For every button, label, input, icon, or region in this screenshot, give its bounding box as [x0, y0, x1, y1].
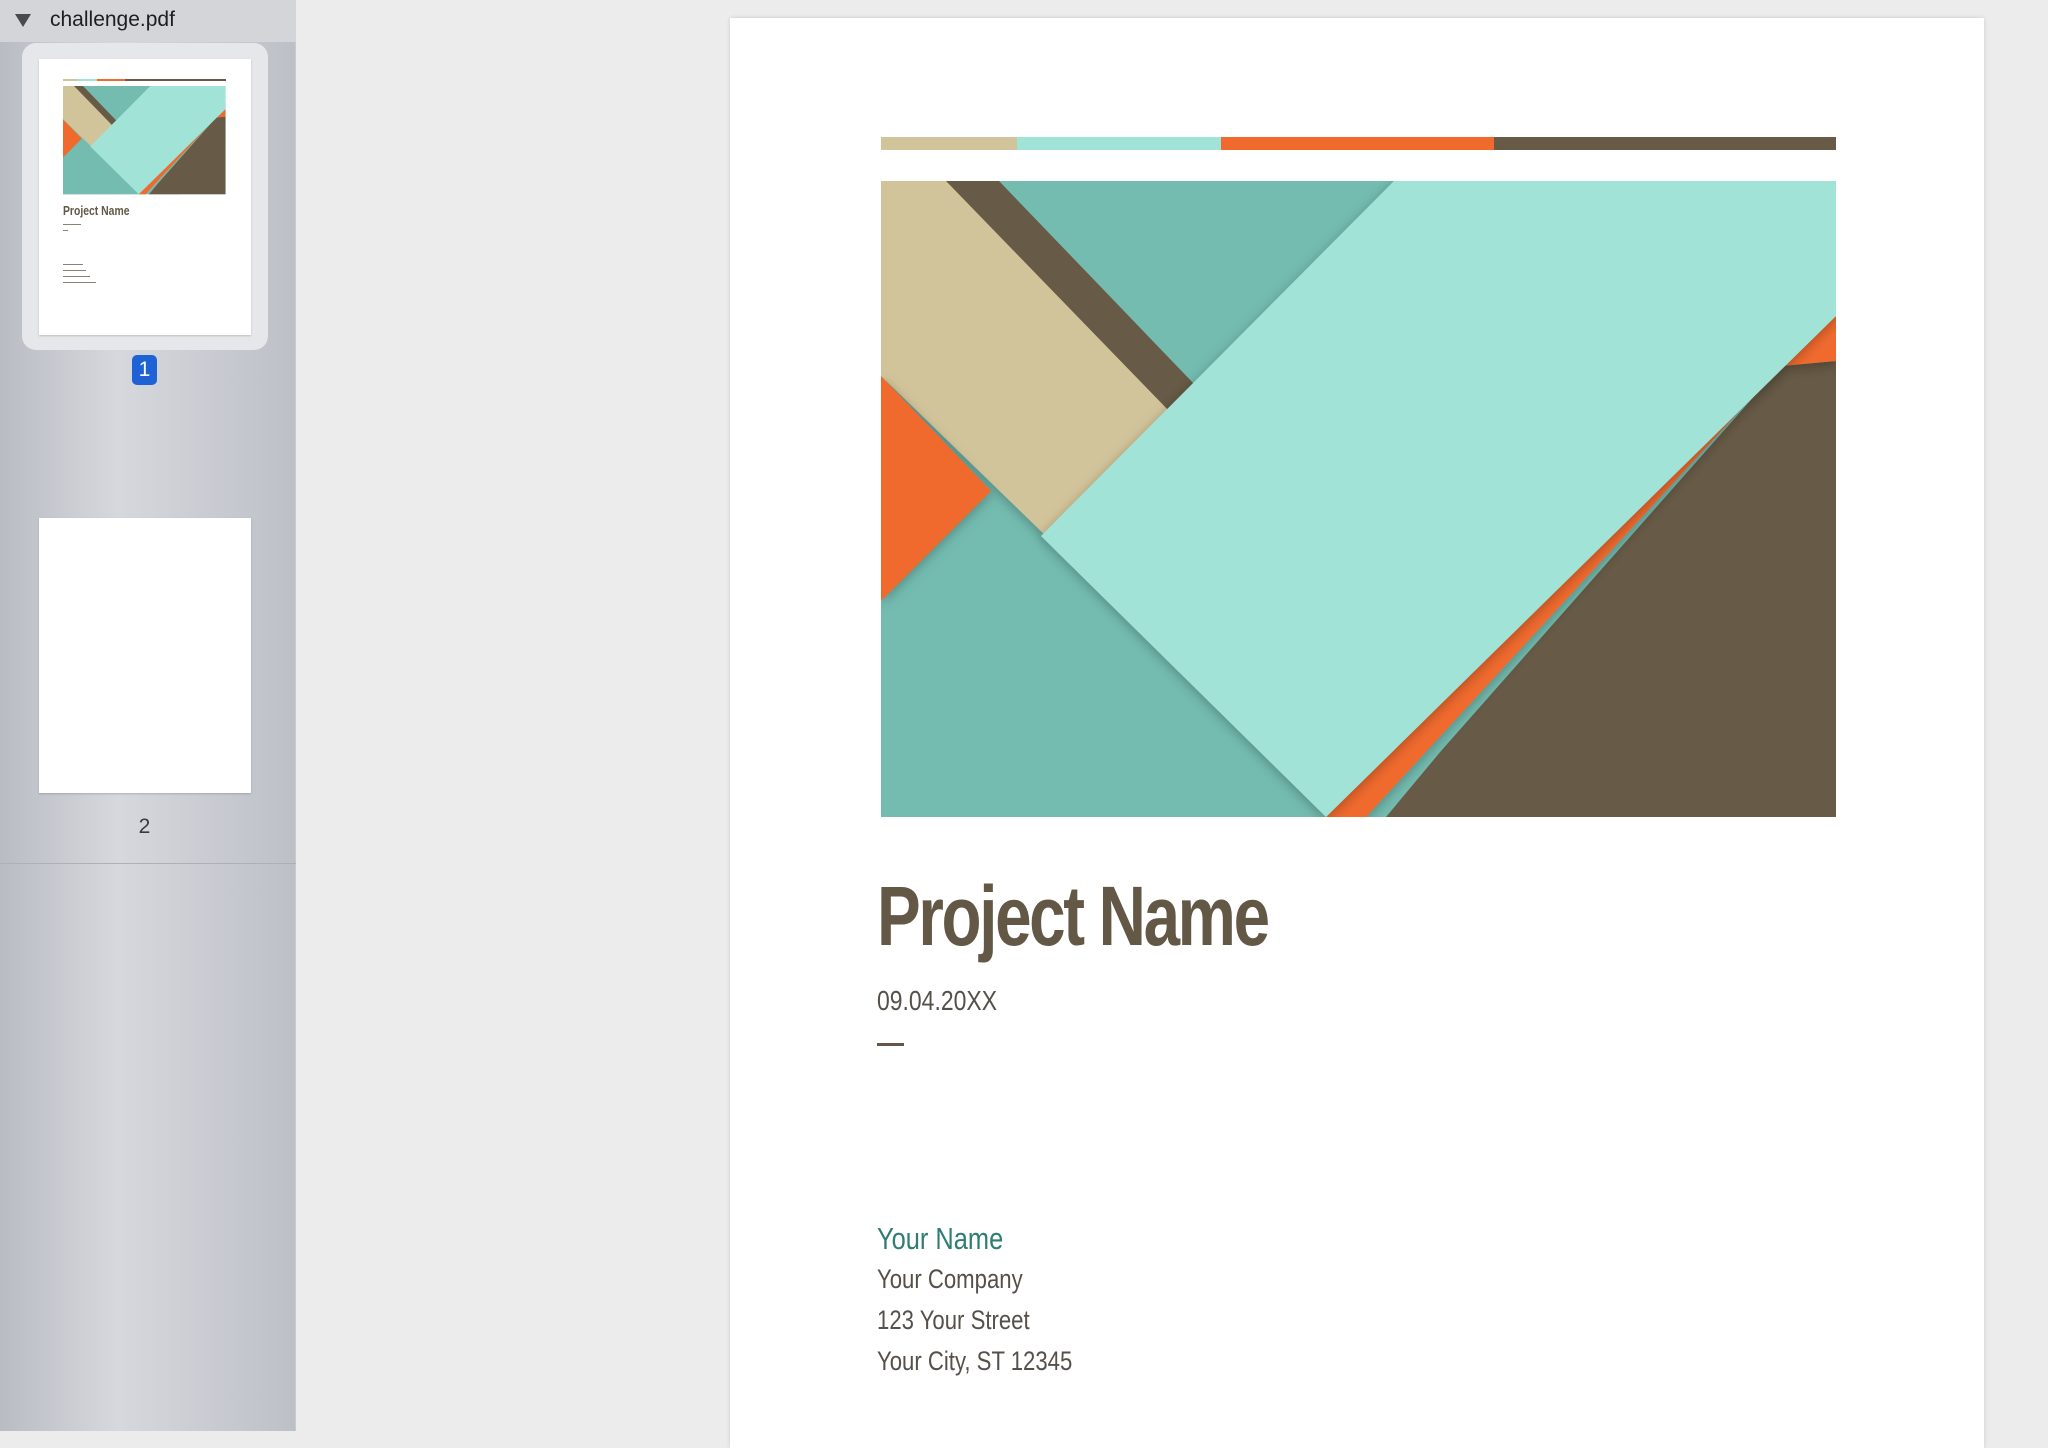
color-bar-aqua	[1017, 137, 1221, 150]
accent-color-bar	[881, 137, 1836, 150]
color-bar-brown	[1494, 137, 1836, 150]
author-city: Your City, ST 12345	[877, 1346, 1073, 1376]
author-company: Your Company	[877, 1264, 1023, 1294]
author-name: Your Name	[877, 1221, 1004, 1256]
color-bar-orange	[1221, 137, 1494, 150]
thumbnail-title: Project Name	[63, 203, 130, 218]
page-title: Project Name	[877, 869, 1270, 963]
thumbnail-text-line	[63, 276, 90, 277]
project-date: 09.04.20XX	[877, 985, 998, 1016]
document-page-1[interactable]: Project Name 09.04.20XX Your Name Your C…	[730, 18, 1984, 1448]
page-thumbnail-1[interactable]: Project Name	[39, 59, 251, 335]
thumbnail-preview	[63, 79, 226, 195]
thumbnail-sidebar: challenge.pdf Project Name 1 2	[0, 0, 296, 1431]
file-name: challenge.pdf	[50, 8, 175, 31]
disclosure-triangle-down-icon[interactable]	[15, 14, 31, 27]
page-number-badge-1[interactable]: 1	[132, 355, 157, 385]
file-header[interactable]: challenge.pdf	[0, 0, 296, 42]
author-street: 123 Your Street	[877, 1305, 1030, 1335]
page-number-2[interactable]: 2	[132, 815, 157, 839]
thumbnail-text-line	[63, 224, 81, 225]
thumbnail-text-line	[63, 282, 96, 283]
thumbnail-text-line	[63, 264, 83, 265]
page-thumbnail-2[interactable]	[39, 518, 251, 793]
thumbnail-text-line	[63, 230, 68, 231]
thumbnail-text-line	[63, 270, 86, 271]
title-divider	[877, 1043, 904, 1046]
color-bar-tan	[881, 137, 1017, 150]
hero-geometric-image	[881, 181, 1836, 817]
sidebar-divider	[0, 863, 296, 864]
